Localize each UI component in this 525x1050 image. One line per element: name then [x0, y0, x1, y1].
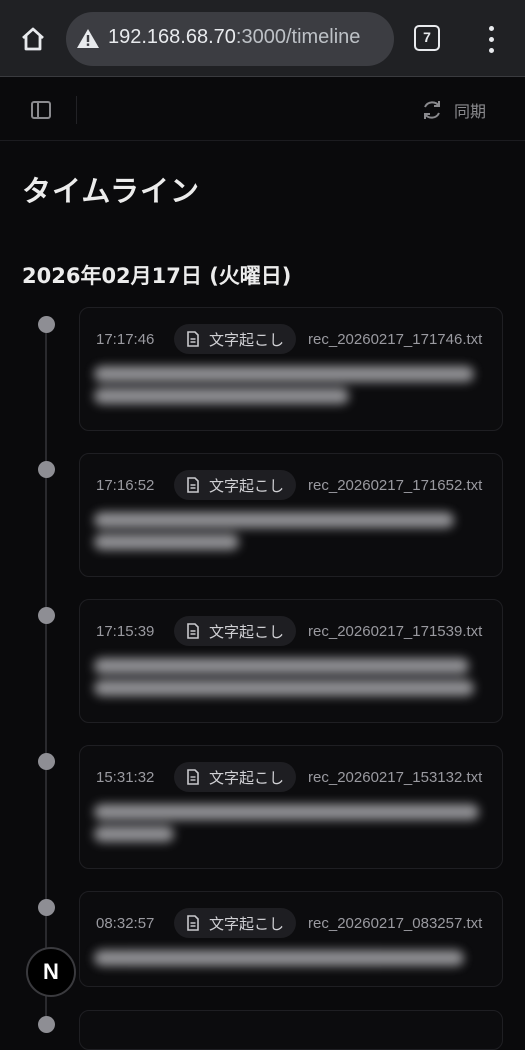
badge-label: 文字起こし: [209, 330, 285, 349]
entry-text-blurred: [94, 798, 479, 850]
type-badge: 文字起こし: [174, 324, 297, 354]
warning-icon[interactable]: [76, 27, 100, 51]
sync-button[interactable]: 同期: [420, 95, 486, 125]
entry-filename: rec_20260217_171652.txt: [308, 476, 483, 494]
timeline-dot: [38, 753, 55, 770]
app-toolbar: 同期: [0, 78, 525, 141]
browser-toolbar: 192.168.68.70:3000/timeline 7: [0, 0, 525, 77]
sidebar-toggle-icon[interactable]: [28, 98, 54, 122]
timeline-entry-card-partial[interactable]: [79, 1010, 503, 1050]
entry-text-blurred: [94, 944, 479, 986]
timeline-entry-card[interactable]: 17:15:39 文字起こし rec_20260217_171539.txt: [79, 599, 503, 723]
entry-filename: rec_20260217_083257.txt: [308, 914, 483, 932]
type-badge: 文字起こし: [174, 908, 297, 938]
timeline-dot: [38, 899, 55, 916]
url-path: :3000/timeline: [235, 26, 361, 48]
tab-switcher-button[interactable]: 7: [414, 25, 440, 51]
badge-label: 文字起こし: [209, 622, 285, 641]
more-menu-icon[interactable]: [480, 24, 502, 54]
nextjs-dev-badge[interactable]: N: [26, 947, 76, 997]
timeline-entry-card[interactable]: 17:16:52 文字起こし rec_20260217_171652.txt: [79, 453, 503, 577]
timeline-dot: [38, 461, 55, 478]
timeline-entry-card[interactable]: 17:17:46 文字起こし rec_20260217_171746.txt: [79, 307, 503, 431]
badge-label: 文字起こし: [209, 768, 285, 787]
timeline-entry-card[interactable]: 08:32:57 文字起こし rec_20260217_083257.txt: [79, 891, 503, 987]
entry-time: 17:17:46: [96, 330, 155, 348]
address-bar[interactable]: 192.168.68.70:3000/timeline: [66, 12, 394, 66]
type-badge: 文字起こし: [174, 762, 297, 792]
entry-time: 15:31:32: [96, 768, 155, 786]
url-text[interactable]: 192.168.68.70:3000/timeline: [108, 26, 360, 49]
entry-text-blurred: [94, 360, 479, 412]
entry-text-blurred: [94, 652, 479, 704]
entry-time: 17:16:52: [96, 476, 155, 494]
entry-filename: rec_20260217_153132.txt: [308, 768, 483, 786]
badge-label: 文字起こし: [209, 476, 285, 495]
home-icon[interactable]: [18, 24, 48, 54]
document-icon: [187, 915, 199, 931]
entry-filename: rec_20260217_171539.txt: [308, 622, 483, 640]
timeline-dot: [38, 1016, 55, 1033]
timeline-dot: [38, 316, 55, 333]
url-host: 192.168.68.70: [108, 26, 236, 48]
document-icon: [187, 623, 199, 639]
document-icon: [187, 331, 199, 347]
type-badge: 文字起こし: [174, 616, 297, 646]
entry-time: 17:15:39: [96, 622, 155, 640]
page-title: タイムライン: [22, 174, 200, 208]
timeline-line: [45, 322, 47, 1024]
document-icon: [187, 769, 199, 785]
entry-filename: rec_20260217_171746.txt: [308, 330, 483, 348]
date-heading: 2026年02月17日 (火曜日): [22, 264, 292, 288]
timeline-entry-card[interactable]: 15:31:32 文字起こし rec_20260217_153132.txt: [79, 745, 503, 869]
entry-text-blurred: [94, 506, 479, 558]
entry-time: 08:32:57: [96, 914, 155, 932]
type-badge: 文字起こし: [174, 470, 297, 500]
badge-label: 文字起こし: [209, 914, 285, 933]
timeline-dot: [38, 607, 55, 624]
toolbar-divider: [76, 96, 77, 124]
document-icon: [187, 477, 199, 493]
sync-label: 同期: [454, 102, 487, 121]
refresh-icon: [424, 101, 440, 119]
